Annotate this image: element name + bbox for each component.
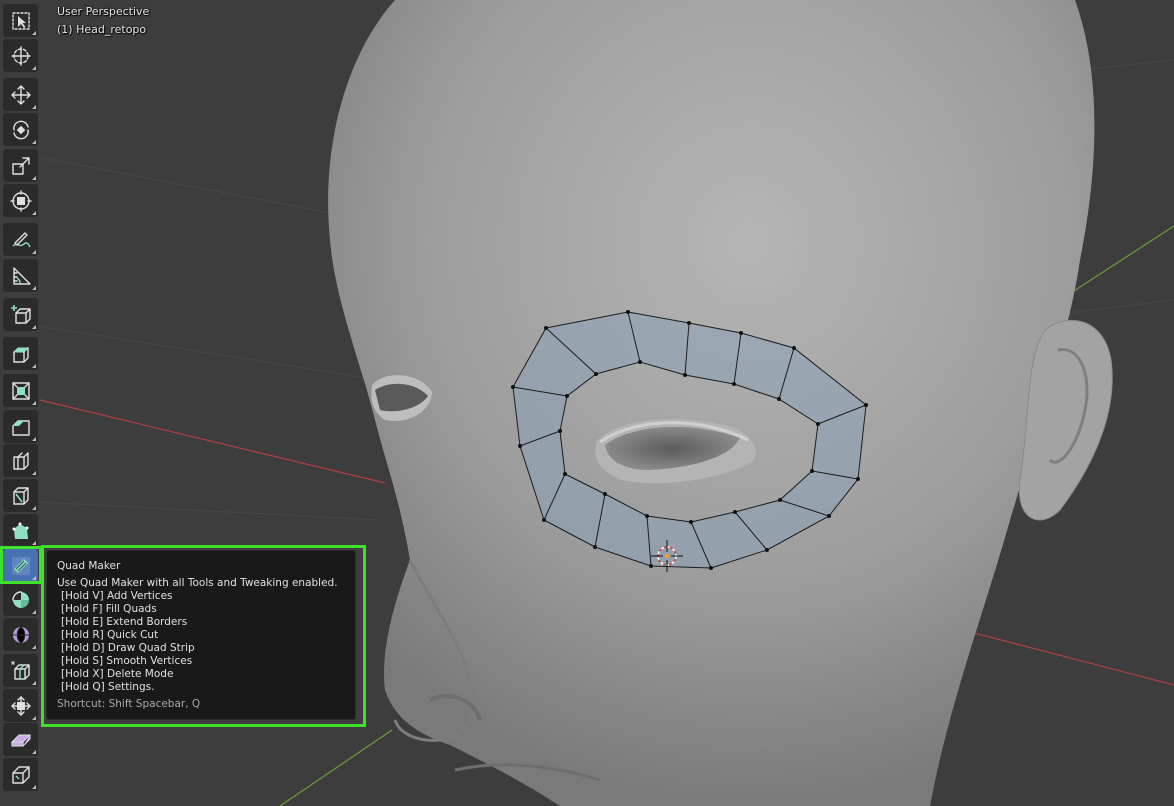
submenu-indicator <box>32 286 36 290</box>
tool-button-shrink-fatten[interactable] <box>3 689 38 722</box>
rotate-icon <box>12 120 29 139</box>
submenu-indicator <box>32 645 36 649</box>
tooltip-description: Use Quad Maker with all Tools and Tweaki… <box>57 577 338 589</box>
rip-region-icon <box>11 765 30 784</box>
submenu-indicator <box>32 140 36 144</box>
tool-button-poly-build[interactable] <box>3 514 38 547</box>
shear-icon <box>10 734 31 746</box>
tool-button-add-cube[interactable] <box>3 298 38 331</box>
cursor-icon <box>10 45 31 66</box>
tool-button-transform[interactable] <box>3 184 38 217</box>
submenu-indicator <box>32 541 36 545</box>
y-axis-line-lower <box>279 729 393 806</box>
move-icon <box>10 84 31 105</box>
submenu-indicator <box>32 785 36 789</box>
submenu-indicator <box>32 716 36 720</box>
tooltip-key-item: [Hold V] Add Vertices <box>61 590 173 602</box>
annotate-icon <box>12 231 31 247</box>
x-axis-line <box>39 399 386 484</box>
inset-faces-icon <box>11 381 30 400</box>
submenu-indicator <box>32 401 36 405</box>
submenu-indicator <box>32 325 36 329</box>
tool-button-loop-cut[interactable] <box>3 444 38 477</box>
measure-icon <box>12 266 31 285</box>
knife-icon <box>12 486 29 505</box>
tooltip-key-item: [Hold S] Smooth Vertices <box>61 655 193 667</box>
submenu-indicator <box>32 211 36 215</box>
extrude-region-icon <box>12 346 29 363</box>
tooltip-title: Quad Maker <box>57 560 121 572</box>
tool-button-bevel[interactable] <box>3 410 38 443</box>
tool-button-inset-faces[interactable] <box>3 374 38 407</box>
loop-cut-icon <box>12 451 29 470</box>
tool-button-measure[interactable] <box>3 259 38 292</box>
tool-button-scale[interactable] <box>3 149 38 182</box>
submenu-indicator <box>32 506 36 510</box>
tooltip-key-item: [Hold F] Fill Quads <box>61 603 157 615</box>
submenu-indicator <box>32 66 36 70</box>
submenu-indicator <box>32 681 36 685</box>
submenu-indicator <box>32 437 36 441</box>
scale-icon <box>11 156 30 175</box>
tool-button-cursor[interactable] <box>3 39 38 72</box>
submenu-indicator <box>32 250 36 254</box>
tool-button-move[interactable] <box>3 78 38 111</box>
submenu-indicator <box>32 31 36 35</box>
tool-button-rotate[interactable] <box>3 113 38 146</box>
tool-button-rip-region[interactable] <box>3 758 38 791</box>
select-box-icon <box>11 11 30 30</box>
active-tool-highlight <box>0 546 42 584</box>
submenu-indicator <box>32 105 36 109</box>
poly-build-icon <box>12 522 28 539</box>
tool-button-edge-slide[interactable] <box>3 654 38 687</box>
tooltip-key-item: [Hold Q] Settings. <box>61 681 155 693</box>
head-mesh[interactable] <box>328 0 1113 806</box>
edge-slide-icon <box>10 660 30 680</box>
tooltip-key-item: [Hold R] Quick Cut <box>61 629 159 641</box>
quad-maker-tooltip: Quad Maker Use Quad Maker with all Tools… <box>46 550 356 720</box>
submenu-indicator <box>32 471 36 475</box>
submenu-indicator <box>32 610 36 614</box>
tooltip-key-list: [Hold V] Add Vertices [Hold F] Fill Quad… <box>57 590 345 694</box>
submenu-indicator <box>32 364 36 368</box>
tool-button-extrude-region[interactable] <box>3 337 38 370</box>
view-name-label: User Perspective <box>57 5 150 18</box>
tool-button-spin[interactable] <box>3 583 38 616</box>
3d-viewport[interactable]: User Perspective (1) Head_retopo Quad Ma… <box>0 0 1174 806</box>
tool-button-select-box[interactable] <box>3 4 38 37</box>
spin-icon <box>11 590 29 608</box>
submenu-indicator <box>32 750 36 754</box>
smooth-icon <box>12 626 29 643</box>
active-object-label: (1) Head_retopo <box>57 23 147 36</box>
bevel-icon <box>11 419 30 436</box>
tooltip-key-item: [Hold D] Draw Quad Strip <box>61 642 195 654</box>
tool-button-annotate[interactable] <box>3 223 38 256</box>
shrink-fatten-icon <box>10 695 31 716</box>
submenu-indicator <box>32 176 36 180</box>
tool-button-shear[interactable] <box>3 723 38 756</box>
transform-icon <box>9 189 32 212</box>
add-cube-icon <box>10 304 31 324</box>
tooltip-shortcut: Shortcut: Shift Spacebar, Q <box>57 698 201 710</box>
tool-button-smooth[interactable] <box>3 618 38 651</box>
tool-shelf <box>0 0 40 806</box>
tooltip-key-item: [Hold X] Delete Mode <box>61 668 174 680</box>
tool-button-knife[interactable] <box>3 479 38 512</box>
tooltip-key-item: [Hold E] Extend Borders <box>61 616 188 628</box>
